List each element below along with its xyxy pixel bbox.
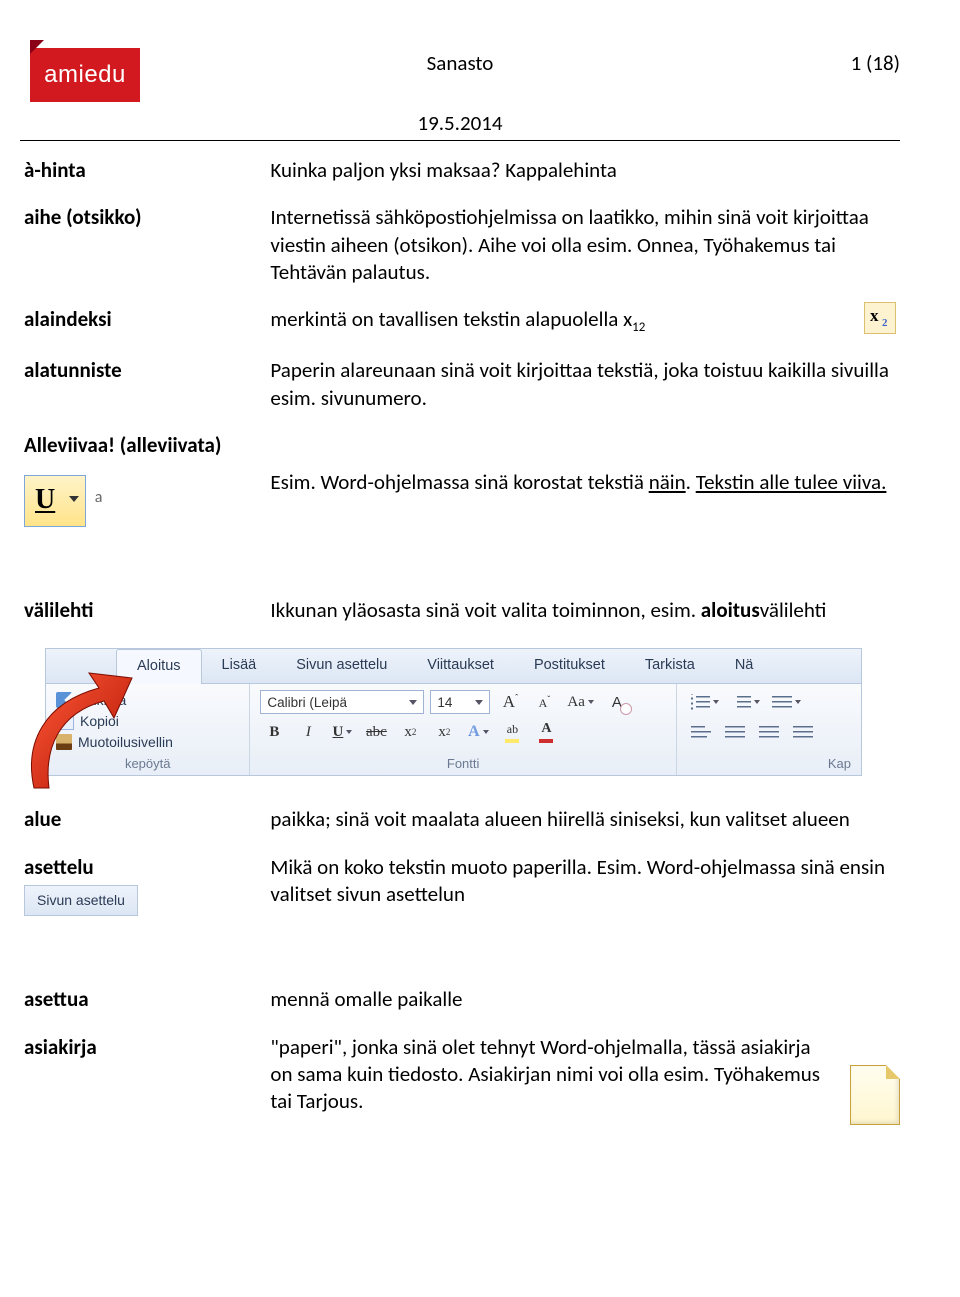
sivun-asettelu-tab-icon: Sivun asettelu bbox=[24, 885, 138, 916]
font-name-combo[interactable]: Calibri (Leipä bbox=[260, 690, 424, 714]
multilevel-button[interactable] bbox=[769, 690, 804, 714]
def-asettelu: Mikä on koko tekstin muoto paperilla. Es… bbox=[266, 848, 900, 930]
chevron-down-icon bbox=[69, 496, 79, 502]
group-paragraph: Kap bbox=[677, 684, 861, 775]
doc-title: Sanasto bbox=[427, 50, 494, 76]
def-asettua: mennä omalle paikalle bbox=[266, 980, 900, 1027]
strike-button[interactable]: abc bbox=[362, 720, 390, 744]
clear-format-button[interactable]: A bbox=[603, 690, 631, 714]
red-arrow-icon bbox=[14, 663, 134, 793]
tab-postitukset[interactable]: Postitukset bbox=[514, 649, 625, 683]
tab-tarkista[interactable]: Tarkista bbox=[625, 649, 715, 683]
def-valilehti: Ikkunan yläosasta sinä voit valita toimi… bbox=[266, 591, 900, 638]
logo-text: amiedu bbox=[30, 48, 140, 102]
term-asiakirja: asiakirja bbox=[20, 1028, 266, 1130]
term-alaindeksi: alaindeksi bbox=[20, 300, 266, 351]
font-size-combo[interactable]: 14 bbox=[430, 690, 490, 714]
doc-date: 19.5.2014 bbox=[417, 110, 502, 136]
header-rule bbox=[20, 140, 900, 141]
highlight-button[interactable]: ab bbox=[498, 720, 526, 744]
ribbon-tabs: Aloitus Lisää Sivun asettelu Viittaukset… bbox=[46, 649, 861, 684]
underline-button[interactable]: U bbox=[328, 720, 356, 744]
logo: amiedu bbox=[30, 40, 140, 110]
justify-button[interactable] bbox=[789, 720, 817, 744]
page-header: amiedu Sanasto 1 (18) 19.5.2014 bbox=[20, 30, 900, 140]
def-alue: paikka; sinä voit maalata alueen hiirell… bbox=[266, 800, 900, 847]
def-aihe: Internetissä sähköpostiohjelmissa on laa… bbox=[266, 198, 900, 300]
tab-viittaukset[interactable]: Viittaukset bbox=[407, 649, 514, 683]
change-case-button[interactable]: Aa bbox=[564, 690, 597, 714]
def-alaindeksi-text: merkintä on tavallisen tekstin alapuolel… bbox=[270, 306, 632, 332]
term-a-hinta: à-hinta bbox=[20, 151, 266, 198]
tab-lisaa[interactable]: Lisää bbox=[202, 649, 277, 683]
subscript-icon: x2 bbox=[864, 302, 896, 334]
group-label-paragraph: Kap bbox=[687, 752, 851, 771]
bold-button[interactable]: B bbox=[260, 720, 288, 744]
underline-button-icon: U bbox=[24, 475, 86, 527]
align-center-button[interactable] bbox=[721, 720, 749, 744]
term-valilehti: välilehti bbox=[20, 591, 266, 638]
def-a-hinta: Kuinka paljon yksi maksaa? Kappalehinta bbox=[266, 151, 900, 198]
def-alatunniste: Paperin alareunaan sinä voit kirjoittaa … bbox=[266, 351, 900, 426]
def-alaindeksi-sub: 12 bbox=[632, 320, 645, 335]
italic-button[interactable]: I bbox=[294, 720, 322, 744]
shrink-font-button[interactable]: Aˇ bbox=[530, 690, 558, 714]
align-right-button[interactable] bbox=[755, 720, 783, 744]
glossary-table-2: alue paikka; sinä voit maalata alueen hi… bbox=[20, 800, 900, 1129]
term-alue: alue bbox=[20, 800, 266, 847]
chevron-down-icon bbox=[409, 700, 417, 705]
ribbon-illustration: Aloitus Lisää Sivun asettelu Viittaukset… bbox=[20, 648, 900, 776]
document-icon bbox=[850, 1065, 900, 1125]
text-effects-button[interactable]: A bbox=[464, 720, 492, 744]
bullets-button[interactable] bbox=[687, 690, 722, 714]
align-left-button[interactable] bbox=[687, 720, 715, 744]
def-alleviivaa: Esim. Word-ohjelmassa sinä korostat teks… bbox=[266, 463, 900, 541]
term-alatunniste: alatunniste bbox=[20, 351, 266, 426]
def-asiakirja: "paperi", jonka sinä olet tehnyt Word-oh… bbox=[266, 1028, 900, 1130]
numbering-button[interactable] bbox=[728, 690, 763, 714]
tab-nakyma[interactable]: Nä bbox=[715, 649, 774, 683]
font-color-button[interactable]: A bbox=[532, 720, 560, 744]
def-alaindeksi: merkintä on tavallisen tekstin alapuolel… bbox=[266, 300, 900, 351]
group-font: Calibri (Leipä 14 Aˆ Aˇ Aa A bbox=[250, 684, 676, 775]
chevron-down-icon bbox=[475, 700, 483, 705]
superscript-button[interactable]: x2 bbox=[430, 720, 458, 744]
tab-sivun-asettelu[interactable]: Sivun asettelu bbox=[276, 649, 407, 683]
term-asettua: asettua bbox=[20, 980, 266, 1027]
word-ribbon: Aloitus Lisää Sivun asettelu Viittaukset… bbox=[45, 648, 862, 776]
grow-font-button[interactable]: Aˆ bbox=[496, 690, 524, 714]
group-label-font: Fontti bbox=[260, 752, 665, 771]
glossary-table: à-hinta Kuinka paljon yksi maksaa? Kappa… bbox=[20, 151, 900, 638]
term-aihe: aihe (otsikko) bbox=[20, 198, 266, 300]
term-alleviivaa: Alleviivaa! (alleviivata) bbox=[20, 426, 900, 463]
subscript-button[interactable]: x2 bbox=[396, 720, 424, 744]
term-asettelu: asettelu Sivun asettelu bbox=[20, 848, 266, 930]
page-number: 1 (18) bbox=[851, 50, 900, 76]
